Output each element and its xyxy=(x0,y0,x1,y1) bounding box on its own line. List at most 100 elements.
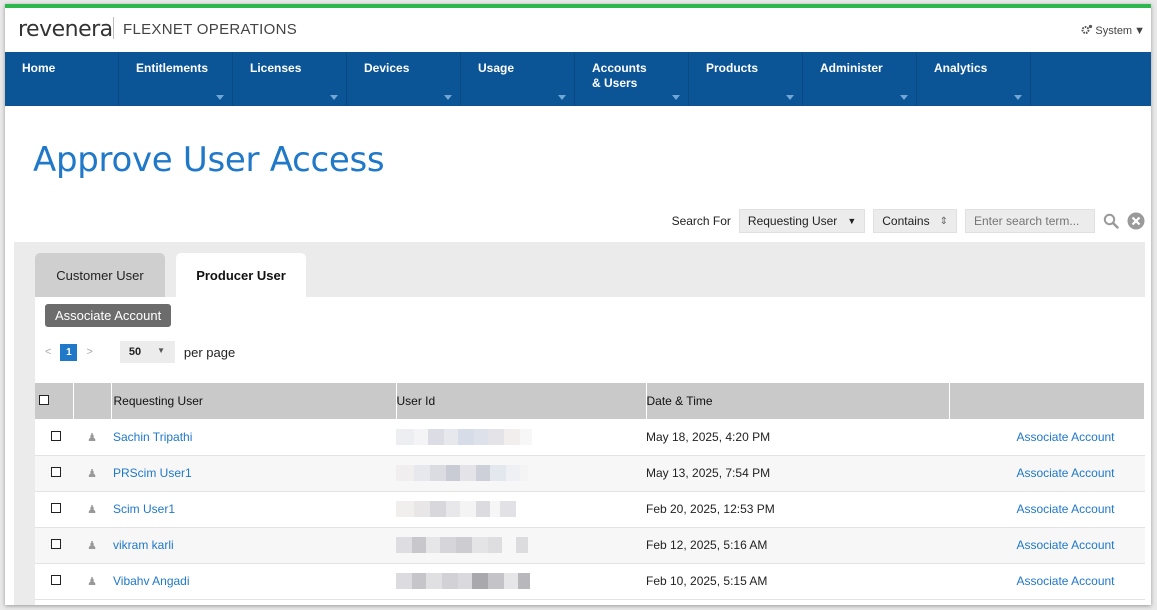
user-icon-cell: ♟ xyxy=(73,455,111,492)
row-checkbox[interactable] xyxy=(51,539,61,549)
redacted-user-id xyxy=(396,465,528,481)
select-all-header xyxy=(35,383,74,419)
user-table: Requesting User User Id Date & Time ♟ Sa… xyxy=(35,383,1145,600)
main-nav: Home Entitlements Licenses Devices Usage… xyxy=(5,52,1151,106)
nav-label: Licenses xyxy=(250,61,302,75)
date-time-cell: May 13, 2025, 7:54 PM xyxy=(646,455,949,492)
nav-item-usage[interactable]: Usage xyxy=(461,52,575,106)
user-icon-cell: ♟ xyxy=(73,419,111,456)
redacted-user-id xyxy=(396,573,530,589)
nav-item-home[interactable]: Home xyxy=(5,52,119,106)
next-page-button[interactable]: > xyxy=(86,346,92,358)
page-title: Approve User Access xyxy=(33,140,385,180)
nav-label: Products xyxy=(706,61,759,75)
nav-item-administer[interactable]: Administer xyxy=(803,52,917,106)
column-header-date-time[interactable]: Date & Time xyxy=(646,383,950,419)
action-cell: Associate Account xyxy=(949,455,1145,492)
top-header: revenera FLEXNET OPERATIONS System ▼ xyxy=(5,8,1151,52)
select-all-checkbox[interactable] xyxy=(39,395,49,405)
table-row: ♟ PRScim User1 May 13, 2025, 7:54 PM Ass… xyxy=(35,455,1145,492)
table-row: ♟ Scim User1 Feb 20, 2025, 12:53 PM Asso… xyxy=(35,491,1145,528)
user-id-cell xyxy=(396,527,646,564)
requesting-user-link[interactable]: vikram karli xyxy=(113,538,174,552)
date-time-cell: Feb 20, 2025, 12:53 PM xyxy=(646,491,949,528)
user-id-cell xyxy=(396,419,646,456)
brand-logo: revenera xyxy=(18,17,113,42)
row-checkbox[interactable] xyxy=(51,430,61,441)
date-time-cell: Feb 10, 2025, 5:15 AM xyxy=(646,563,949,600)
system-menu[interactable]: System ▼ xyxy=(1081,24,1145,38)
tab-producer-user[interactable]: Producer User xyxy=(176,253,306,297)
action-cell: Associate Account xyxy=(949,491,1145,528)
nav-item-analytics[interactable]: Analytics xyxy=(917,52,1031,106)
nav-label: Entitlements xyxy=(136,61,209,75)
associate-account-button[interactable]: Associate Account xyxy=(45,304,172,327)
app-window: revenera FLEXNET OPERATIONS System ▼ Hom… xyxy=(5,4,1151,605)
search-bar: Search For Requesting User ▼ Contains ⇕ xyxy=(672,209,1145,233)
tab-label: Customer User xyxy=(56,267,144,283)
search-icon[interactable] xyxy=(1103,213,1119,229)
pagination: < 1 > 50 ▼ per page xyxy=(45,341,235,363)
action-cell: Associate Account xyxy=(949,563,1145,600)
requesting-user-link[interactable]: PRScim User1 xyxy=(113,466,192,480)
product-name: FLEXNET OPERATIONS xyxy=(123,21,298,38)
nav-label: Devices xyxy=(364,61,410,75)
tab-customer-user[interactable]: Customer User xyxy=(35,253,165,297)
requesting-user-cell: Scim User1 xyxy=(111,491,396,528)
requesting-user-link[interactable]: Sachin Tripathi xyxy=(113,430,192,444)
nav-item-licenses[interactable]: Licenses xyxy=(233,52,347,106)
nav-label: Usage xyxy=(478,61,515,75)
caret-down-icon xyxy=(216,95,224,100)
nav-item-accounts-users[interactable]: Accounts & Users xyxy=(575,52,689,106)
column-header-requesting-user[interactable]: Requesting User xyxy=(111,383,397,419)
nav-item-devices[interactable]: Devices xyxy=(347,52,461,106)
user-icon: ♟ xyxy=(87,431,97,444)
nav-item-products[interactable]: Products xyxy=(689,52,803,106)
caret-down-icon xyxy=(1014,95,1022,100)
caret-down-icon xyxy=(558,95,566,100)
redacted-user-id xyxy=(396,537,528,553)
column-header-actions xyxy=(949,383,1145,419)
requesting-user-cell: Vibahv Angadi xyxy=(111,563,396,600)
associate-account-link[interactable]: Associate Account xyxy=(1016,574,1114,588)
action-cell: Associate Account xyxy=(949,419,1145,456)
clear-search-icon[interactable] xyxy=(1127,212,1145,230)
row-select-cell xyxy=(35,419,73,456)
caret-down-icon xyxy=(672,95,680,100)
user-icon-cell: ♟ xyxy=(73,527,111,564)
nav-label: Analytics xyxy=(934,61,988,75)
column-header-user-id[interactable]: User Id xyxy=(396,383,647,419)
table-row: ♟ vikram karli Feb 12, 2025, 5:16 AM Ass… xyxy=(35,527,1145,564)
per-page-select[interactable]: 50 ▼ xyxy=(119,341,175,363)
dropdown-arrow-icon: ▼ xyxy=(847,216,857,226)
system-menu-label: System xyxy=(1095,25,1133,37)
user-icon: ♟ xyxy=(87,576,97,588)
dropdown-arrow-icon: ▼ xyxy=(157,345,166,355)
search-input[interactable] xyxy=(965,209,1095,233)
prev-page-button[interactable]: < xyxy=(45,346,51,358)
user-id-cell xyxy=(396,563,646,600)
search-operator-select[interactable]: Contains ⇕ xyxy=(873,209,957,233)
row-checkbox[interactable] xyxy=(51,503,61,513)
search-field-select[interactable]: Requesting User ▼ xyxy=(738,209,866,233)
page-number-current[interactable]: 1 xyxy=(60,343,78,361)
associate-account-link[interactable]: Associate Account xyxy=(1016,538,1114,552)
requesting-user-link[interactable]: Scim User1 xyxy=(113,502,175,516)
nav-label: Accounts & Users xyxy=(592,61,647,90)
nav-item-entitlements[interactable]: Entitlements xyxy=(119,52,233,106)
requesting-user-link[interactable]: Vibahv Angadi xyxy=(113,574,190,588)
associate-account-link[interactable]: Associate Account xyxy=(1016,502,1114,516)
row-checkbox[interactable] xyxy=(51,575,61,585)
user-icon-cell: ♟ xyxy=(73,491,111,528)
user-icon-cell: ♟ xyxy=(73,563,111,600)
requesting-user-cell: PRScim User1 xyxy=(111,455,396,492)
row-checkbox[interactable] xyxy=(51,467,61,477)
date-time-cell: Feb 12, 2025, 5:16 AM xyxy=(646,527,949,564)
updown-arrows-icon: ⇕ xyxy=(939,215,948,227)
associate-account-link[interactable]: Associate Account xyxy=(1016,430,1114,444)
associate-account-link[interactable]: Associate Account xyxy=(1016,466,1114,480)
user-icon: ♟ xyxy=(87,504,97,516)
user-icon: ♟ xyxy=(87,468,97,480)
tab-label: Producer User xyxy=(196,267,286,283)
requesting-user-cell: vikram karli xyxy=(111,527,396,564)
